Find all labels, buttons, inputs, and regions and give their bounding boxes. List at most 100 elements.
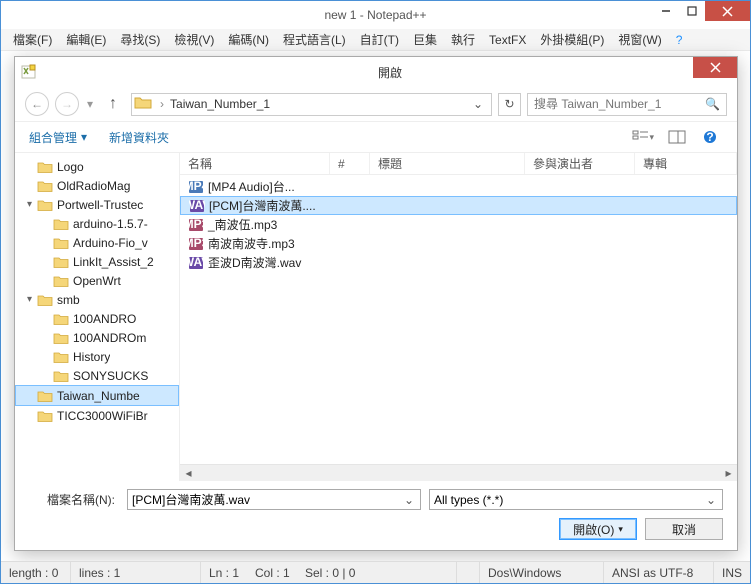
breadcrumb-dropdown-icon[interactable]: ⌄ [467,97,489,111]
chevron-down-icon: ▾ [81,130,87,144]
status-mode: INS [714,562,750,583]
expand-arrow-icon[interactable]: ▾ [27,294,37,305]
open-button[interactable]: 開啟(O)▾ [559,518,637,540]
search-input[interactable] [534,97,705,111]
scroll-right-button[interactable]: ▸ [720,465,737,482]
menu-settings[interactable]: 自訂(T) [354,29,405,50]
close-button[interactable] [705,1,750,21]
tree-item[interactable]: Logo [15,157,179,176]
dialog-titlebar: 開啟 [15,57,737,87]
menu-file[interactable]: 檔案(F) [7,29,58,50]
menu-search[interactable]: 尋找(S) [114,29,166,50]
status-eol: Dos\Windows [480,562,604,583]
folder-icon [53,331,69,345]
menu-plugins[interactable]: 外掛模組(P) [534,29,610,50]
chevron-right-icon: › [156,97,168,111]
tree-item[interactable]: OldRadioMag [15,176,179,195]
recent-dropdown-icon[interactable]: ▾ [85,97,95,111]
file-row[interactable]: WAV歪波D南波灣.wav [180,253,737,272]
column-headers[interactable]: 名稱 # 標題 參與演出者 專輯 [180,153,737,175]
filename-combo[interactable]: ⌄ [127,489,421,510]
filename-label: 檔案名稱(N): [29,491,119,508]
breadcrumb-bar[interactable]: › Taiwan_Number_1 ⌄ [131,93,492,116]
folder-icon [53,274,69,288]
file-row[interactable]: MP3_南波伍.mp3 [180,215,737,234]
preview-pane-button[interactable] [665,127,689,147]
col-name[interactable]: 名稱 [180,153,330,174]
open-split-icon[interactable]: ▾ [618,524,623,535]
filename-input[interactable] [132,493,402,507]
status-col: Col : 1 [247,562,297,583]
menu-window[interactable]: 視窗(W) [612,29,667,50]
col-album[interactable]: 專輯 [635,153,737,174]
col-title[interactable]: 標題 [370,153,525,174]
filter-value: All types (*.*) [434,493,704,507]
tree-item[interactable]: 100ANDRO [15,309,179,328]
svg-text:?: ? [706,130,713,144]
nav-forward-button[interactable]: → [55,92,79,116]
menu-edit[interactable]: 編輯(E) [60,29,112,50]
file-name: [MP4 Audio]台... [208,178,295,195]
minimize-button[interactable] [653,1,679,21]
filter-dropdown-icon[interactable]: ⌄ [704,493,718,507]
organize-button[interactable]: 組合管理▾ [29,129,87,146]
file-row[interactable]: MP4[MP4 Audio]台... [180,177,737,196]
scroll-track[interactable] [197,465,720,482]
tree-item[interactable]: 100ANDROm [15,328,179,347]
svg-text:MP3: MP3 [188,236,204,250]
col-artists[interactable]: 參與演出者 [525,153,635,174]
maximize-button[interactable] [679,1,705,21]
menu-bar: 檔案(F) 編輯(E) 尋找(S) 檢視(V) 編碼(N) 程式語言(L) 自訂… [1,29,750,51]
tree-item[interactable]: ▾smb [15,290,179,309]
scroll-left-button[interactable]: ◂ [180,465,197,482]
tree-item[interactable]: arduino-1.5.7- [15,214,179,233]
file-list[interactable]: MP4[MP4 Audio]台...WAV[PCM]台灣南波萬....MP3_南… [180,175,737,464]
status-ln: Ln : 1 [201,562,247,583]
status-sel: Sel : 0 | 0 [297,562,457,583]
filename-dropdown-icon[interactable]: ⌄ [402,493,416,507]
breadcrumb-current[interactable]: Taiwan_Number_1 [168,97,272,111]
file-name: 南波南波寺.mp3 [208,235,295,252]
nav-up-button[interactable]: ↑ [101,92,125,116]
horizontal-scrollbar[interactable]: ◂ ▸ [180,464,737,481]
folder-icon [53,350,69,364]
tree-item[interactable]: LinkIt_Assist_2 [15,252,179,271]
tree-item[interactable]: Taiwan_Numbe [15,385,179,406]
dialog-close-button[interactable] [693,57,737,78]
folder-icon [37,198,53,212]
filter-combo[interactable]: All types (*.*) ⌄ [429,489,723,510]
menu-macro[interactable]: 巨集 [407,29,443,50]
folder-tree[interactable]: LogoOldRadioMag▾Portwell-Trustec arduino-… [15,153,180,481]
nav-back-button[interactable]: ← [25,92,49,116]
refresh-button[interactable]: ↻ [498,93,521,116]
view-mode-button[interactable]: ▾ [631,127,655,147]
tree-item[interactable]: ▾Portwell-Trustec [15,195,179,214]
menu-help[interactable]: ? [670,31,689,49]
new-folder-button[interactable]: 新增資料夾 [109,129,169,146]
tree-item[interactable]: TICC3000WiFiBr [15,406,179,425]
tree-item[interactable]: Arduino-Fio_v [15,233,179,252]
tree-item[interactable]: History [15,347,179,366]
search-box[interactable]: 🔍 [527,93,727,116]
svg-text:WAV: WAV [188,255,204,269]
file-name: _南波伍.mp3 [208,216,277,233]
file-list-pane: 名稱 # 標題 參與演出者 專輯 MP4[MP4 Audio]台...WAV[P… [180,153,737,481]
expand-arrow-icon[interactable]: ▾ [27,199,37,210]
menu-encoding[interactable]: 編碼(N) [222,29,275,50]
tree-item[interactable]: OpenWrt [15,271,179,290]
col-num[interactable]: # [330,153,370,174]
menu-language[interactable]: 程式語言(L) [277,29,352,50]
status-encoding: ANSI as UTF-8 [604,562,714,583]
cancel-button[interactable]: 取消 [645,518,723,540]
tree-item-label: arduino-1.5.7- [73,217,148,231]
help-button[interactable]: ? [699,127,723,147]
menu-view[interactable]: 檢視(V) [168,29,220,50]
file-row[interactable]: WAV[PCM]台灣南波萬.... [180,196,737,215]
menu-run[interactable]: 執行 [445,29,481,50]
file-row[interactable]: MP3 南波南波寺.mp3 [180,234,737,253]
file-type-icon: MP3 [188,236,204,252]
folder-icon [37,389,53,403]
tree-item[interactable]: SONYSUCKS [15,366,179,385]
status-bar: length : 0 lines : 1 Ln : 1 Col : 1 Sel … [1,561,750,583]
menu-textfx[interactable]: TextFX [483,31,532,49]
